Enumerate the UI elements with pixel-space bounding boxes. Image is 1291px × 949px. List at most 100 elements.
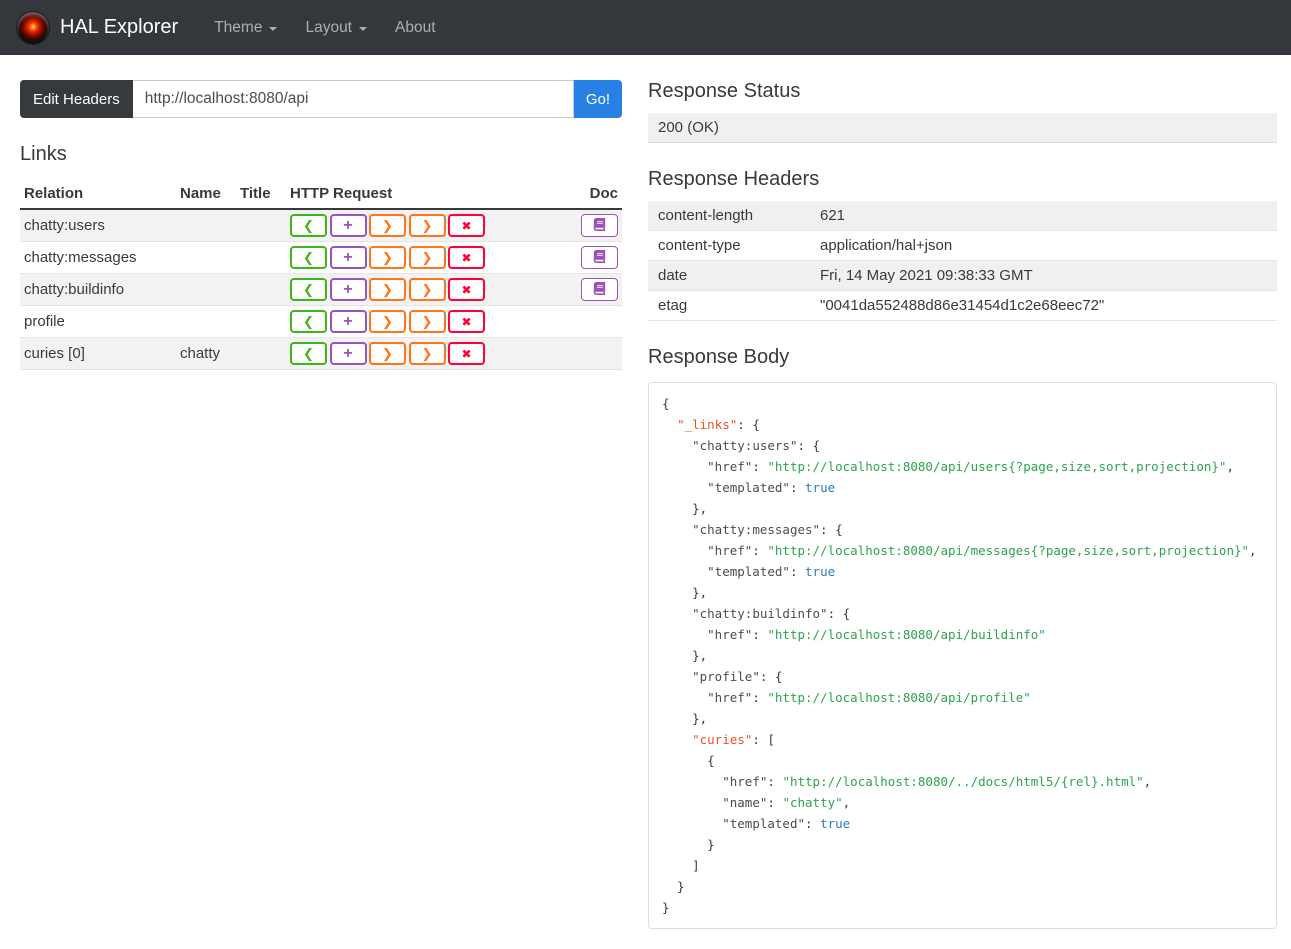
links-table: Relation Name Title HTTP Request Doc cha… — [20, 179, 622, 370]
post-request-button[interactable]: + — [329, 342, 367, 365]
name-cell: chatty — [176, 337, 236, 370]
get-request-button[interactable]: ❮ — [290, 342, 327, 365]
title-cell — [236, 273, 286, 306]
post-request-button[interactable]: + — [329, 214, 367, 237]
title-cell — [236, 305, 286, 338]
code-line: "templated": true — [722, 816, 851, 831]
name-cell — [176, 273, 236, 306]
get-request-button[interactable]: ❮ — [290, 246, 327, 269]
put-request-button[interactable]: ❯ — [369, 246, 406, 269]
chevron-down-icon — [269, 26, 278, 31]
code-line: }, — [662, 585, 708, 600]
chevron-left-icon: ❮ — [303, 314, 314, 329]
doc-button[interactable] — [581, 214, 618, 237]
left-column: Edit Headers Go! Links Relation Name Tit… — [20, 80, 622, 370]
nav-item-theme[interactable]: Theme — [200, 19, 291, 37]
patch-request-button[interactable]: ❯ — [408, 310, 446, 333]
go-button[interactable]: Go! — [573, 80, 622, 118]
book-icon — [593, 281, 606, 298]
relation-cell: chatty:messages — [20, 241, 176, 274]
patch-request-button[interactable]: ❯ — [408, 278, 446, 301]
code-line: { — [662, 753, 715, 768]
edit-headers-button[interactable]: Edit Headers — [20, 80, 133, 118]
header-name: content-length — [648, 201, 810, 231]
post-request-button[interactable]: + — [329, 246, 367, 269]
response-headers-table: content-length 621 content-type applicat… — [648, 201, 1277, 321]
main-content: Edit Headers Go! Links Relation Name Tit… — [0, 55, 1291, 949]
put-request-button[interactable]: ❯ — [369, 214, 406, 237]
code-line: }, — [662, 648, 708, 663]
chevron-right-icon: ❯ — [382, 346, 393, 361]
doc-button[interactable] — [581, 246, 618, 269]
column-header-doc: Doc — [558, 179, 622, 210]
put-request-button[interactable]: ❯ — [369, 310, 406, 333]
nav-item-about-label: About — [395, 18, 436, 36]
name-cell — [176, 305, 236, 338]
relation-cell: chatty:buildinfo — [20, 273, 176, 306]
patch-request-button[interactable]: ❯ — [408, 214, 446, 237]
nav-item-layout[interactable]: Layout — [291, 19, 381, 37]
patch-request-button[interactable]: ❯ — [408, 342, 446, 365]
delete-request-button[interactable]: ✖ — [448, 214, 485, 237]
code-line: "href": "http://localhost:8080/api/build… — [707, 627, 1046, 642]
plus-icon: + — [343, 216, 353, 234]
delete-request-button[interactable]: ✖ — [448, 342, 485, 365]
chevron-right-icon: ❯ — [421, 218, 433, 233]
link-row-curies: curies [0] chatty ❮ + ❯ ❯ ✖ — [20, 337, 622, 370]
plus-icon: + — [343, 280, 353, 298]
title-cell — [236, 241, 286, 274]
column-header-title: Title — [236, 179, 286, 210]
link-row-chatty-messages: chatty:messages ❮ + ❯ ❯ ✖ — [20, 241, 622, 274]
get-request-button[interactable]: ❮ — [290, 310, 327, 333]
post-request-button[interactable]: + — [329, 278, 367, 301]
url-input[interactable] — [132, 80, 574, 118]
chevron-left-icon: ❮ — [303, 250, 314, 265]
code-line: ] — [662, 858, 700, 873]
http-request-buttons: ❮ + ❯ ❯ ✖ — [290, 310, 554, 333]
put-request-button[interactable]: ❯ — [369, 342, 406, 365]
get-request-button[interactable]: ❮ — [290, 214, 327, 237]
header-row: content-type application/hal+json — [648, 230, 1277, 261]
code-line: "chatty:buildinfo": { — [692, 606, 851, 621]
code-line: "href": "http://localhost:8080/api/users… — [707, 459, 1234, 474]
code-line: } — [662, 837, 715, 852]
relation-cell: profile — [20, 305, 176, 338]
x-icon: ✖ — [461, 250, 472, 265]
plus-icon: + — [343, 248, 353, 266]
header-row: content-length 621 — [648, 201, 1277, 231]
chevron-left-icon: ❮ — [303, 218, 314, 233]
nav-item-about[interactable]: About — [381, 19, 450, 37]
code-line: "templated": true — [707, 480, 836, 495]
chevron-right-icon: ❯ — [382, 314, 393, 329]
post-request-button[interactable]: + — [329, 310, 367, 333]
code-line: "href": "http://localhost:8080/api/profi… — [707, 690, 1031, 705]
response-status-title: Response Status — [648, 80, 801, 102]
delete-request-button[interactable]: ✖ — [448, 246, 485, 269]
header-row: etag "0041da552488d86e31454d1c2e68eec72" — [648, 290, 1277, 321]
delete-request-button[interactable]: ✖ — [448, 310, 485, 333]
put-request-button[interactable]: ❯ — [369, 278, 406, 301]
links-section-title: Links — [20, 143, 67, 165]
get-request-button[interactable]: ❮ — [290, 278, 327, 301]
header-value: "0041da552488d86e31454d1c2e68eec72" — [810, 290, 1277, 321]
header-value: 621 — [810, 201, 1277, 231]
doc-button[interactable] — [581, 278, 618, 301]
header-value: Fri, 14 May 2021 09:38:33 GMT — [810, 260, 1277, 291]
code-line: "href": "http://localhost:8080/api/messa… — [707, 543, 1257, 558]
chevron-left-icon: ❮ — [303, 282, 314, 297]
header-name: content-type — [648, 230, 810, 261]
code-line: "href": "http://localhost:8080/../docs/h… — [722, 774, 1152, 789]
code-line: "chatty:messages": { — [692, 522, 843, 537]
http-request-buttons: ❮ + ❯ ❯ ✖ — [290, 342, 554, 365]
chevron-right-icon: ❯ — [382, 218, 393, 233]
code-line: } — [662, 900, 670, 915]
delete-request-button[interactable]: ✖ — [448, 278, 485, 301]
name-cell — [176, 209, 236, 242]
column-header-http-request: HTTP Request — [286, 179, 558, 210]
patch-request-button[interactable]: ❯ — [408, 246, 446, 269]
nav-links: Theme Layout About — [200, 19, 449, 37]
links-table-header-row: Relation Name Title HTTP Request Doc — [20, 179, 622, 210]
response-headers-title: Response Headers — [648, 168, 820, 190]
header-value: application/hal+json — [810, 230, 1277, 261]
relation-cell: curies [0] — [20, 337, 176, 370]
